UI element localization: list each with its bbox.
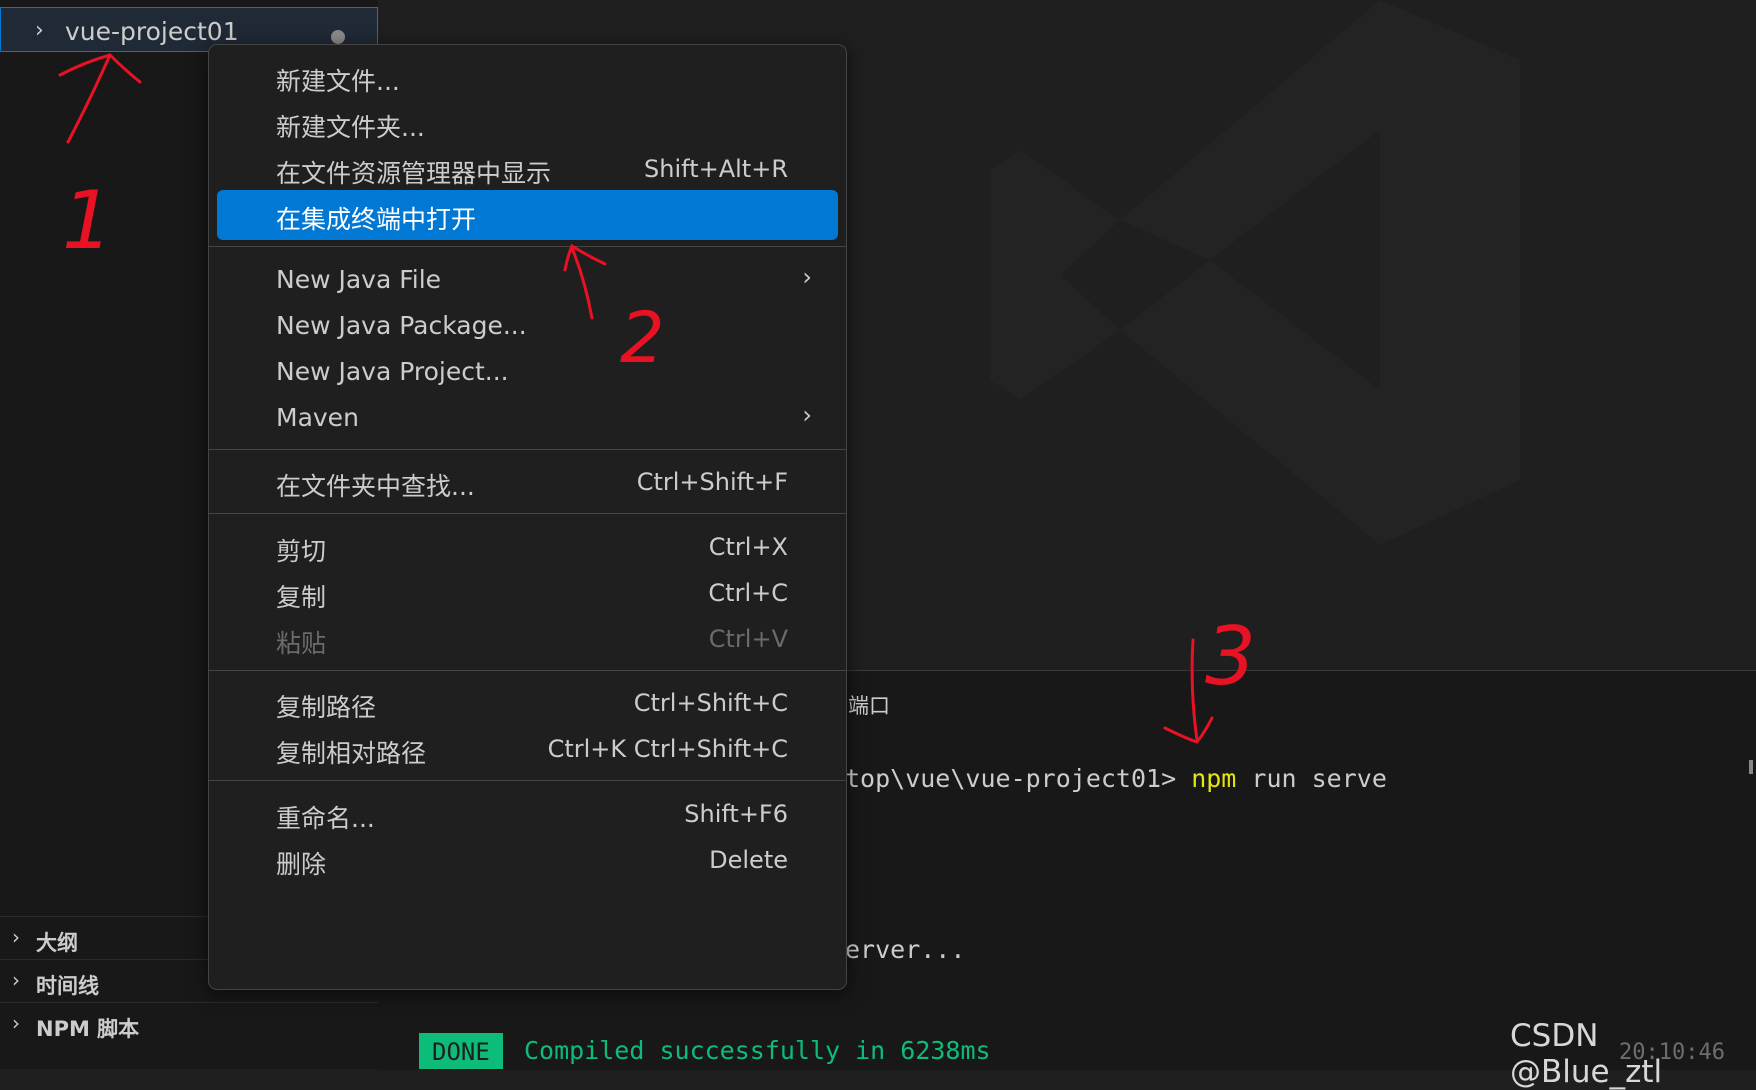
section-label: 大纲 — [36, 931, 78, 955]
menu-item-label: 新建文件... — [276, 67, 400, 96]
menu-item-copy[interactable]: 复制 Ctrl+C — [217, 568, 838, 618]
menu-item-maven[interactable]: Maven › — [217, 393, 838, 443]
menu-item-shortcut: Delete — [709, 846, 788, 874]
menu-item-delete[interactable]: 删除 Delete — [217, 835, 838, 885]
menu-item-find-in-folder[interactable]: 在文件夹中查找... Ctrl+Shift+F — [217, 457, 838, 507]
menu-item-label: New Java Package... — [276, 311, 527, 340]
chevron-right-icon: › — [12, 925, 20, 949]
menu-separator — [209, 449, 846, 450]
menu-item-new-java-file[interactable]: New Java File › — [217, 255, 838, 305]
chevron-right-icon: › — [802, 263, 812, 291]
menu-item-open-in-terminal[interactable]: 在集成终端中打开 — [217, 190, 838, 240]
modified-dot-icon — [331, 30, 345, 44]
terminal-line-command: top\vue\vue-project01> npm run serve — [845, 764, 1387, 793]
tab-ports[interactable]: 端口 — [848, 690, 890, 720]
menu-item-paste: 粘贴 Ctrl+V — [217, 614, 838, 664]
menu-item-label: 在文件夹中查找... — [276, 472, 475, 501]
menu-item-label: Maven — [276, 403, 359, 432]
section-label: 时间线 — [36, 974, 99, 998]
menu-separator — [209, 780, 846, 781]
compiled-message: Compiled successfully in 6238ms — [524, 1036, 991, 1065]
chevron-right-icon: › — [802, 401, 812, 429]
menu-item-shortcut: Ctrl+X — [708, 533, 788, 561]
terminal-scrollbar[interactable] — [1749, 760, 1753, 774]
menu-separator — [209, 513, 846, 514]
menu-item-label: 粘贴 — [276, 629, 327, 658]
menu-item-shortcut: Ctrl+K Ctrl+Shift+C — [547, 735, 788, 763]
section-label: NPM 脚本 — [36, 1017, 140, 1041]
menu-item-new-file[interactable]: 新建文件... — [217, 52, 838, 102]
chevron-right-icon: › — [12, 1011, 20, 1035]
menu-item-new-java-package[interactable]: New Java Package... — [217, 301, 838, 351]
terminal-prompt: top\vue\vue-project01> — [845, 764, 1177, 793]
menu-item-label: 复制 — [276, 583, 327, 612]
menu-item-label: New Java Project... — [276, 357, 509, 386]
menu-item-label: 重命名... — [276, 804, 375, 833]
folder-label: vue-project01 — [65, 17, 239, 46]
menu-item-cut[interactable]: 剪切 Ctrl+X — [217, 522, 838, 572]
menu-item-label: 剪切 — [276, 537, 327, 566]
vscode-logo-icon — [990, 0, 1520, 545]
chevron-right-icon: › — [12, 968, 20, 992]
menu-item-label: 在文件资源管理器中显示 — [276, 159, 552, 188]
menu-item-shortcut: Shift+F6 — [684, 800, 788, 828]
menu-item-label: 删除 — [276, 850, 327, 879]
terminal-command-args: run serve — [1251, 764, 1387, 793]
watermark-text: CSDN @Blue_ztl — [1510, 1018, 1663, 1090]
menu-item-new-folder[interactable]: 新建文件夹... — [217, 98, 838, 148]
done-badge: DONE — [419, 1033, 503, 1069]
menu-item-shortcut: Shift+Alt+R — [644, 155, 788, 183]
menu-item-label: New Java File — [276, 265, 442, 294]
menu-item-shortcut: Ctrl+Shift+C — [633, 689, 788, 717]
menu-item-rename[interactable]: 重命名... Shift+F6 — [217, 789, 838, 839]
context-menu: 新建文件... 新建文件夹... 在文件资源管理器中显示 Shift+Alt+R… — [208, 44, 847, 990]
menu-item-copy-path[interactable]: 复制路径 Ctrl+Shift+C — [217, 678, 838, 728]
menu-item-shortcut: Ctrl+Shift+F — [636, 468, 788, 496]
terminal-output-line: erver... — [845, 935, 966, 964]
menu-item-reveal-in-explorer[interactable]: 在文件资源管理器中显示 Shift+Alt+R — [217, 144, 838, 194]
menu-item-label: 复制相对路径 — [276, 739, 427, 768]
menu-item-shortcut: Ctrl+C — [708, 579, 788, 607]
menu-item-new-java-project[interactable]: New Java Project... — [217, 347, 838, 397]
menu-item-shortcut: Ctrl+V — [708, 625, 788, 653]
menu-separator — [209, 246, 846, 247]
terminal-command: npm — [1191, 764, 1237, 793]
section-npm-scripts[interactable]: › NPM 脚本 — [0, 1002, 378, 1047]
chevron-right-icon[interactable]: › — [35, 18, 44, 43]
menu-item-copy-relative-path[interactable]: 复制相对路径 Ctrl+K Ctrl+Shift+C — [217, 724, 838, 774]
menu-item-label: 新建文件夹... — [276, 113, 425, 142]
menu-item-label: 复制路径 — [276, 693, 377, 722]
menu-separator — [209, 670, 846, 671]
menu-item-label: 在集成终端中打开 — [276, 205, 477, 234]
